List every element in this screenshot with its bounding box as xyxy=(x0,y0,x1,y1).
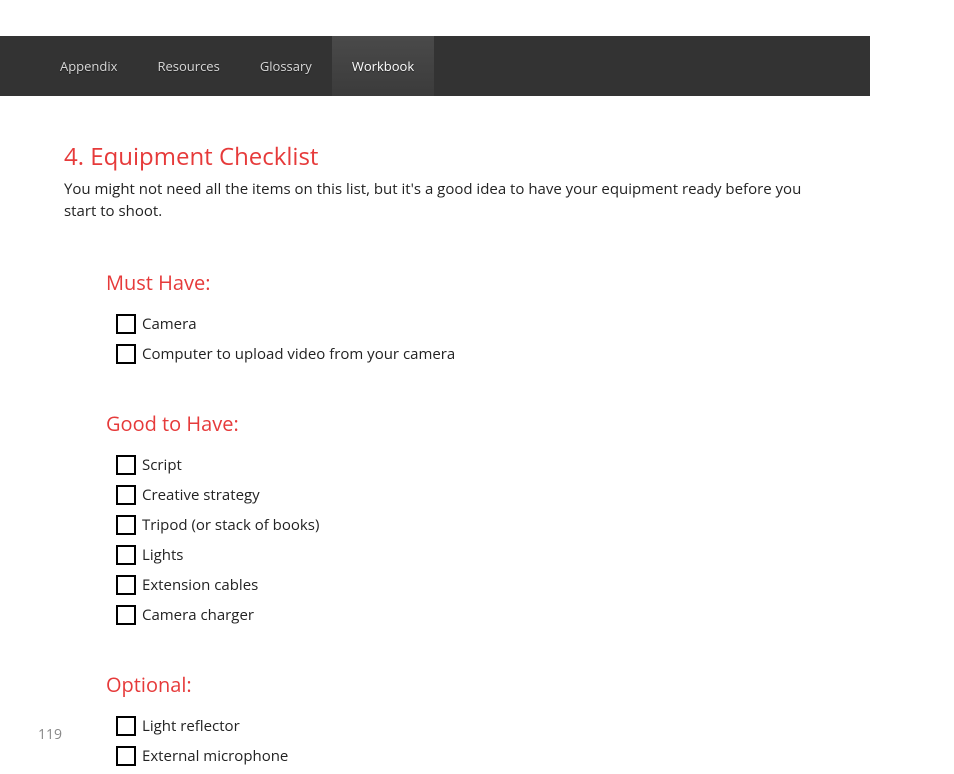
check-label: Light reflector xyxy=(142,716,240,736)
checklist: Script Creative strategy Tripod (or stack … xyxy=(106,455,890,625)
list-item: Script xyxy=(116,455,890,475)
tab-resources[interactable]: Resources xyxy=(137,36,239,96)
checklist: Camera Computer to upload video from your… xyxy=(106,314,890,364)
page-title: 4. Equipment Checklist xyxy=(64,140,890,173)
checkbox-icon[interactable] xyxy=(116,716,136,736)
checklist: Light reflector External microphone xyxy=(106,716,890,766)
list-item: External microphone xyxy=(116,746,890,766)
section: Optional: Light reflector External microph… xyxy=(64,671,890,766)
list-item: Tripod (or stack of books) xyxy=(116,515,890,535)
section-heading: Good to Have: xyxy=(106,410,890,437)
page-content: 4. Equipment Checklist You might not nee… xyxy=(0,96,954,766)
section: Must Have: Camera Computer to upload video… xyxy=(64,269,890,364)
page-number: 119 xyxy=(38,725,62,744)
section-heading: Optional: xyxy=(106,671,890,698)
checkbox-icon[interactable] xyxy=(116,314,136,334)
list-item: Camera charger xyxy=(116,605,890,625)
check-label: Extension cables xyxy=(142,575,258,595)
checkbox-icon[interactable] xyxy=(116,485,136,505)
checkbox-icon[interactable] xyxy=(116,455,136,475)
check-label: Lights xyxy=(142,545,183,565)
check-label: Tripod (or stack of books) xyxy=(142,515,319,535)
list-item: Camera xyxy=(116,314,890,334)
section: Good to Have: Script Creative strategy Trip… xyxy=(64,410,890,625)
checkbox-icon[interactable] xyxy=(116,575,136,595)
checkbox-icon[interactable] xyxy=(116,515,136,535)
checkbox-icon[interactable] xyxy=(116,344,136,364)
intro-text: You might not need all the items on this… xyxy=(64,179,804,223)
check-label: Camera charger xyxy=(142,605,254,625)
check-label: Script xyxy=(142,455,182,475)
list-item: Creative strategy xyxy=(116,485,890,505)
tab-glossary[interactable]: Glossary xyxy=(240,36,332,96)
section-heading: Must Have: xyxy=(106,269,890,296)
check-label: External microphone xyxy=(142,746,288,766)
tab-bar: AppendixResourcesGlossaryWorkbook xyxy=(0,36,870,96)
check-label: Camera xyxy=(142,314,197,334)
checkbox-icon[interactable] xyxy=(116,746,136,766)
list-item: Light reflector xyxy=(116,716,890,736)
checkbox-icon[interactable] xyxy=(116,605,136,625)
list-item: Extension cables xyxy=(116,575,890,595)
checkbox-icon[interactable] xyxy=(116,545,136,565)
check-label: Creative strategy xyxy=(142,485,260,505)
check-label: Computer to upload video from your camer… xyxy=(142,344,455,364)
tab-workbook[interactable]: Workbook xyxy=(332,36,434,96)
tab-appendix[interactable]: Appendix xyxy=(40,36,137,96)
list-item: Lights xyxy=(116,545,890,565)
list-item: Computer to upload video from your camer… xyxy=(116,344,890,364)
